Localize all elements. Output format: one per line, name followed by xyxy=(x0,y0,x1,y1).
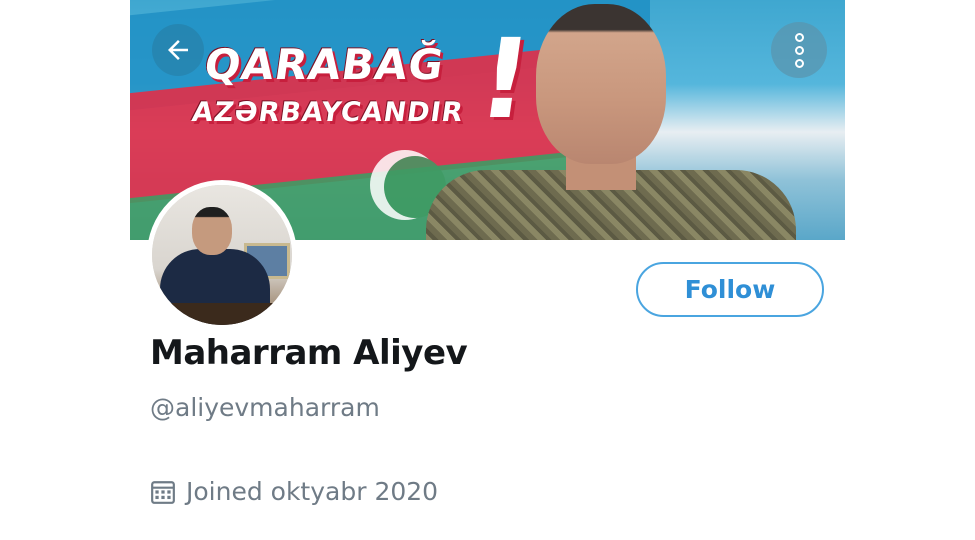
joined-date: Joined oktyabr 2020 xyxy=(150,477,438,506)
more-options-button[interactable] xyxy=(771,22,827,78)
profile-handle: @aliyevmaharram xyxy=(150,393,380,422)
profile-page: QARABAĞ AZƏRBAYCANDIR ! Follow Maharram … xyxy=(130,0,845,540)
more-vertical-icon-dot xyxy=(794,58,804,68)
banner-slogan-line2: AZƏRBAYCANDIR xyxy=(189,97,466,128)
more-vertical-icon-dot xyxy=(794,45,804,55)
more-vertical-icon xyxy=(794,32,804,42)
avatar-head xyxy=(192,207,232,255)
calendar-icon xyxy=(151,480,175,504)
joined-date-text: Joined oktyabr 2020 xyxy=(186,477,439,506)
banner-portrait xyxy=(426,2,796,240)
follow-button[interactable]: Follow xyxy=(636,262,824,317)
avatar[interactable] xyxy=(147,180,297,330)
arrow-left-icon xyxy=(168,40,188,60)
avatar-desk xyxy=(152,303,292,325)
banner-portrait-head xyxy=(536,4,666,164)
back-button[interactable] xyxy=(152,24,204,76)
profile-display-name: Maharram Aliyev xyxy=(150,333,468,373)
